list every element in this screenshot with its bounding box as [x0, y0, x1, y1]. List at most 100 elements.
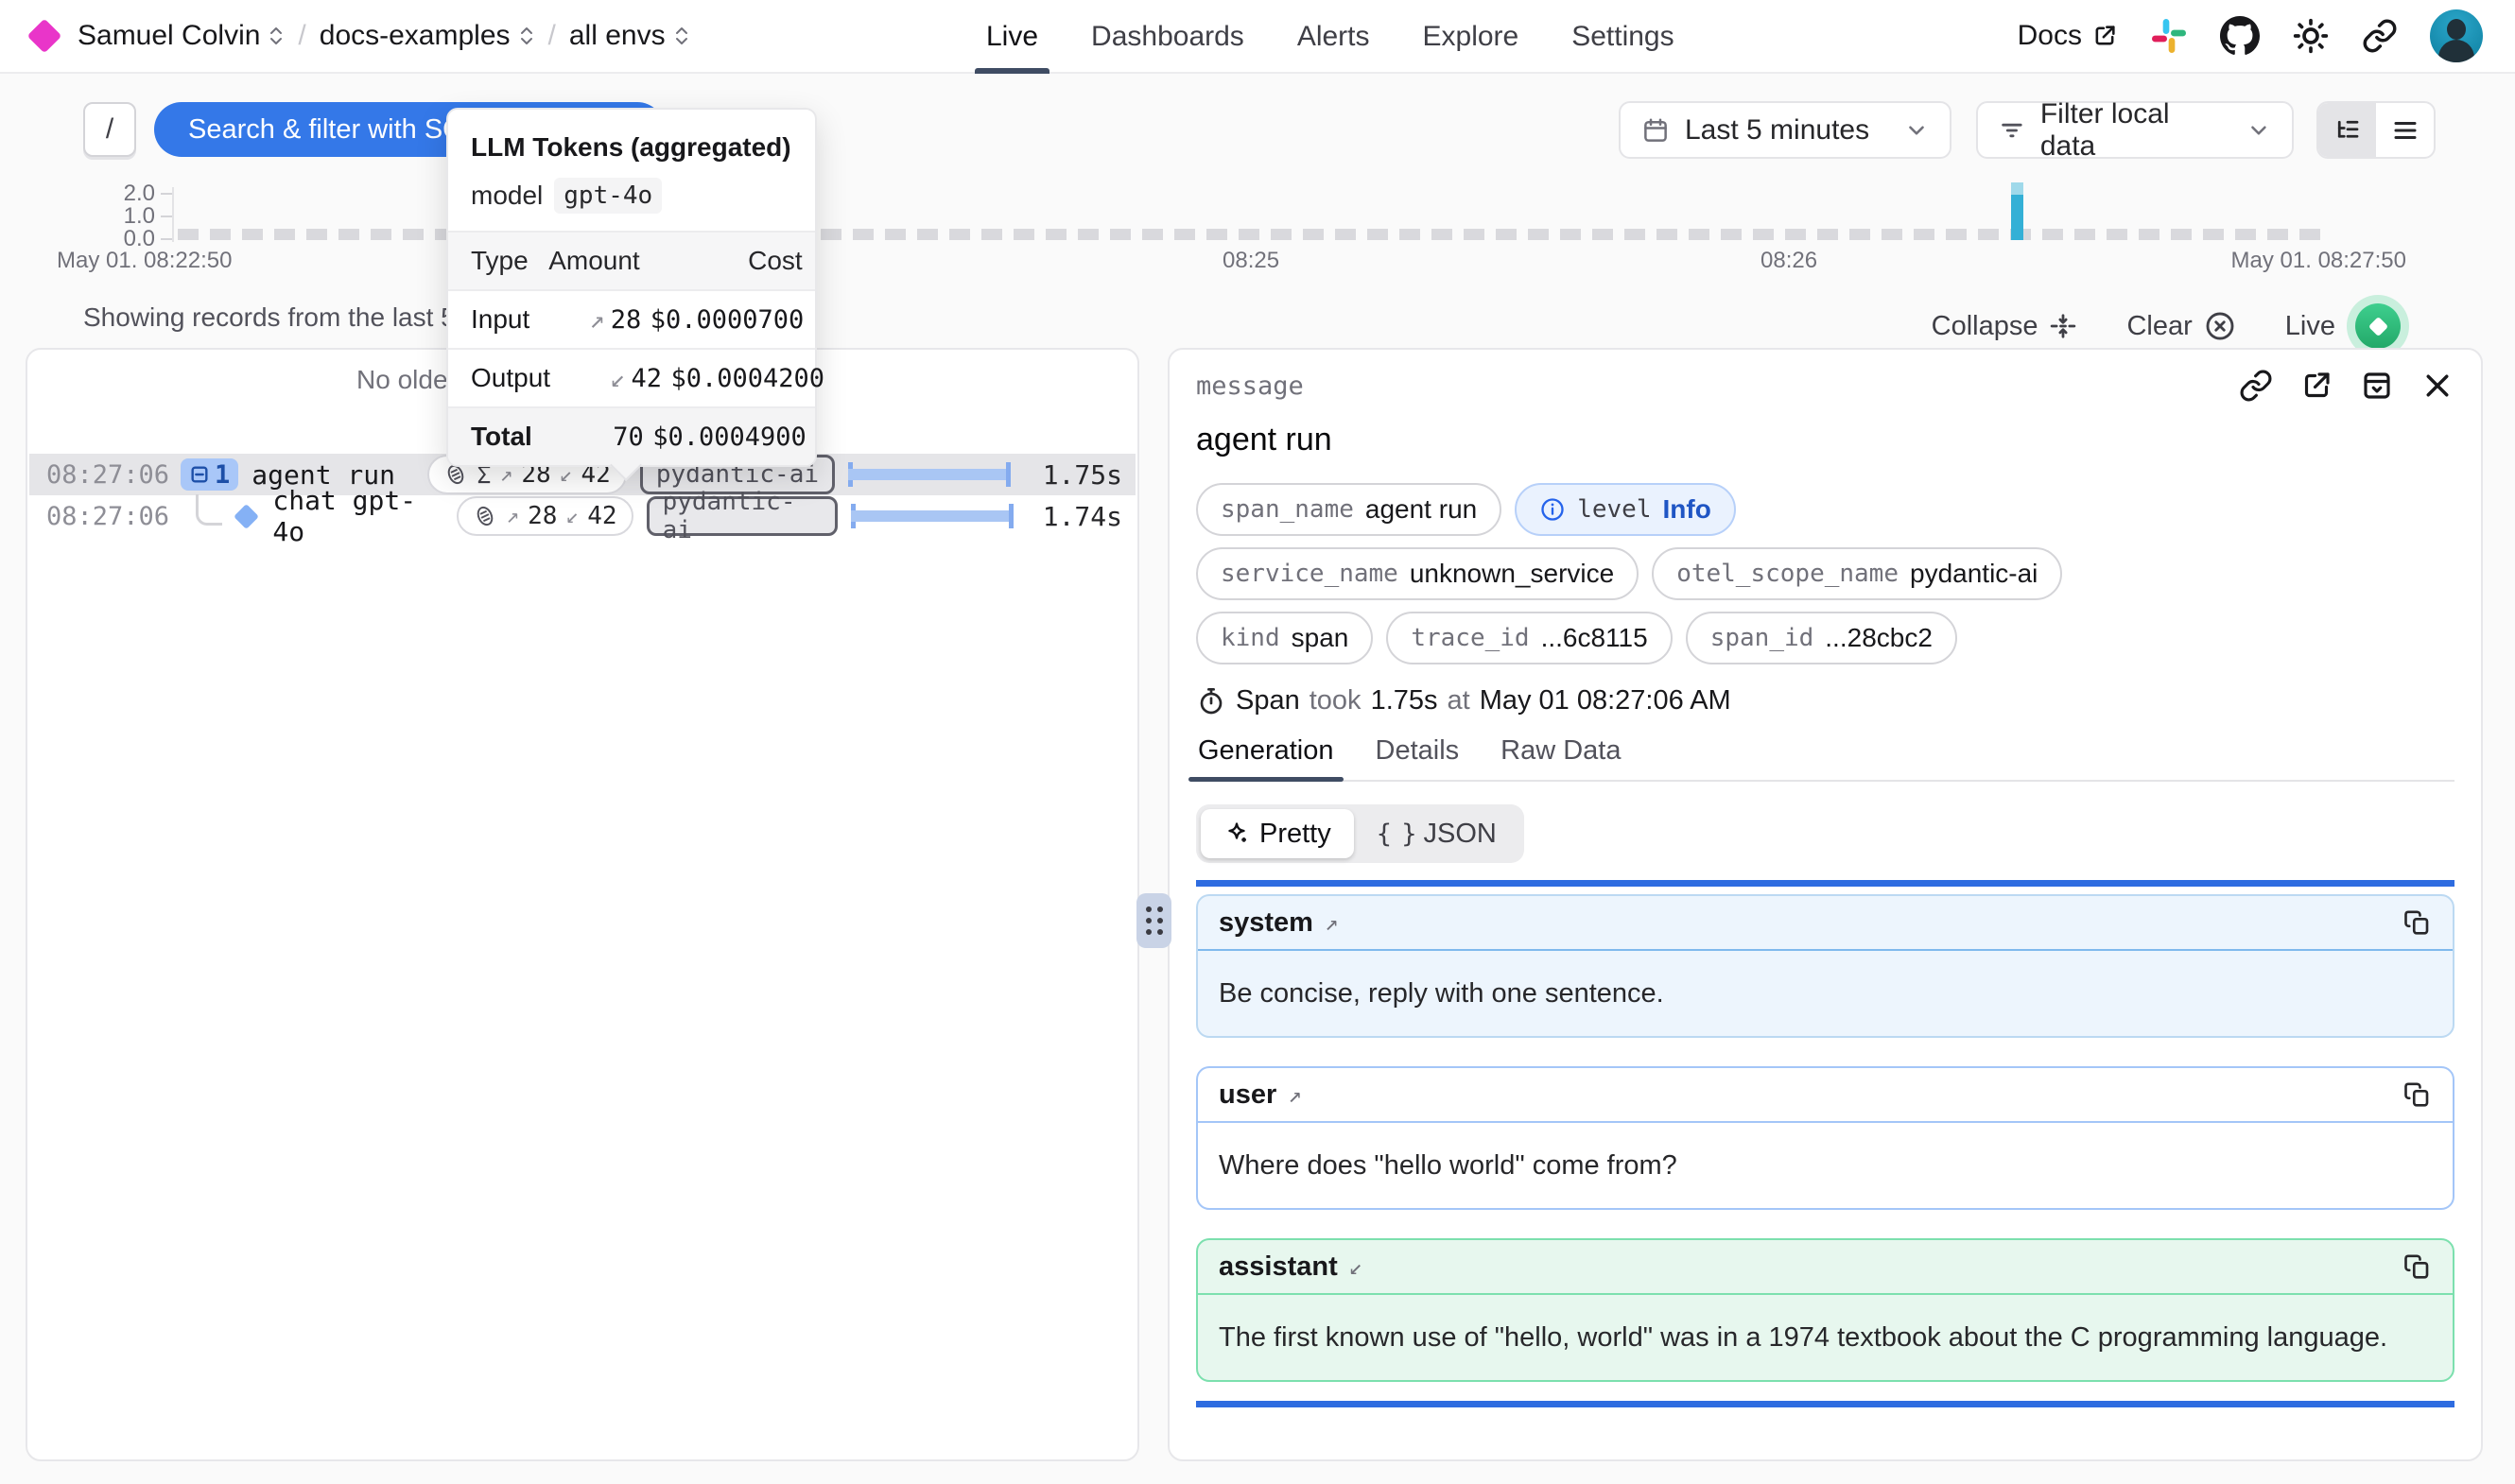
chevron-sort-icon — [518, 25, 535, 47]
collapse-button[interactable]: Collapse — [1932, 311, 2078, 342]
clear-label: Clear — [2126, 311, 2192, 342]
logfire-logo-icon — [27, 19, 62, 54]
breadcrumb-separator: / — [548, 20, 556, 52]
scroll-indicator-top — [1196, 880, 2454, 887]
message-role: assistant — [1219, 1251, 1338, 1283]
y-tick-mark — [161, 193, 172, 195]
share-link-icon[interactable] — [2362, 18, 2398, 54]
nav-tab-alerts[interactable]: Alerts — [1292, 0, 1376, 74]
token-usage-pill[interactable]: ↗ 28 ↙ 42 — [457, 496, 633, 536]
detail-tabs: Generation Details Raw Data — [1196, 735, 2454, 782]
span-detail-panel: message agent run span_name — [1168, 348, 2483, 1461]
json-view-button[interactable]: { } JSON — [1354, 809, 1519, 858]
panel-kicker: message — [1196, 371, 1304, 401]
span-diamond-icon — [234, 504, 259, 529]
filter-local-data-dropdown[interactable]: Filter local data — [1976, 101, 2294, 159]
histogram-bar[interactable] — [2011, 182, 2023, 240]
nav-tab-dashboards[interactable]: Dashboards — [1085, 0, 1250, 74]
span-name: chat gpt-4o — [272, 485, 443, 547]
user-avatar[interactable] — [2430, 9, 2483, 62]
main-nav: Live Dashboards Alerts Explore Settings — [980, 0, 1680, 74]
clear-button[interactable]: Clear — [2126, 310, 2235, 342]
attr-trace-id[interactable]: trace_id ...6c8115 — [1386, 612, 1672, 664]
tree-view-icon — [2333, 116, 2362, 145]
breadcrumb: Samuel Colvin / docs-examples / all envs — [32, 20, 690, 52]
tree-view-button[interactable] — [2318, 103, 2376, 157]
attr-span-id[interactable]: span_id ...28cbc2 — [1686, 612, 1957, 664]
env-switcher[interactable]: all envs — [569, 20, 690, 52]
nav-tab-explore[interactable]: Explore — [1417, 0, 1525, 74]
collapse-vertical-icon — [2049, 312, 2077, 340]
output-arrow-icon: ↙ — [565, 504, 579, 528]
showing-records-text: Showing records from the last 5 m — [83, 302, 485, 333]
child-count: 1 — [215, 460, 230, 490]
attr-level[interactable]: level Info — [1515, 483, 1736, 536]
message-card-assistant: assistant ↙ The first known use of "hell… — [1196, 1238, 2454, 1382]
message-card-system: system ↗ Be concise, reply with one sent… — [1196, 894, 2454, 1038]
attr-service-name[interactable]: service_name unknown_service — [1196, 547, 1639, 600]
histogram-bar-cap — [2011, 182, 2023, 195]
live-label: Live — [2285, 311, 2335, 342]
trace-time: 08:27:06 — [46, 460, 167, 490]
theme-toggle-sun-icon[interactable] — [2292, 17, 2330, 55]
copy-message-button[interactable] — [2403, 908, 2432, 937]
y-tick-mark — [161, 238, 172, 240]
project-switcher[interactable]: docs-examples — [320, 20, 535, 52]
token-coin-icon — [473, 504, 497, 528]
scope-tag[interactable]: pydantic-ai — [647, 496, 838, 536]
nav-tab-live[interactable]: Live — [980, 0, 1044, 74]
y-axis-line — [172, 187, 174, 242]
output-arrow-icon: ↙ — [610, 364, 625, 393]
trace-list-panel: No older 08:27:06 1 agent run Σ ↗ 28 ↙ 4… — [26, 348, 1139, 1461]
input-tokens: 28 — [528, 502, 557, 530]
copy-link-icon[interactable] — [2239, 369, 2273, 403]
open-in-new-icon[interactable] — [2299, 369, 2333, 403]
llm-tokens-tooltip: LLM Tokens (aggregated) model gpt-4o Typ… — [446, 108, 817, 467]
list-view-icon — [2391, 116, 2420, 145]
attr-span-name[interactable]: span_name agent run — [1196, 483, 1501, 536]
org-switcher[interactable]: Samuel Colvin — [78, 20, 285, 52]
filter-label: Filter local data — [2040, 98, 2231, 163]
trace-row-chat-gpt4o[interactable]: 08:27:06 chat gpt-4o ↗ 28 ↙ 42 pydantic-… — [29, 495, 1136, 537]
duration-value: 1.74s — [1027, 501, 1122, 532]
span-timing: Span took 1.75s at May 01 08:27:06 AM — [1196, 685, 2454, 716]
close-panel-icon[interactable] — [2420, 369, 2454, 403]
output-tokens: 42 — [587, 502, 616, 530]
panel-resize-handle[interactable] — [1136, 893, 1171, 948]
tab-generation[interactable]: Generation — [1196, 735, 1336, 780]
timing-duration: 1.75s — [1371, 685, 1438, 716]
message-card-user: user ↗ Where does "hello world" come fro… — [1196, 1066, 2454, 1210]
histogram-bar-body — [2011, 195, 2023, 240]
detail-panel-actions — [2239, 369, 2454, 403]
tab-details[interactable]: Details — [1374, 735, 1462, 780]
docs-link[interactable]: Docs — [2018, 20, 2118, 52]
x-axis-tick-0826: 08:26 — [1760, 248, 1817, 274]
dock-panel-icon[interactable] — [2360, 369, 2394, 403]
tooltip-row-output: Output ↙42 $0.0004200 — [448, 348, 815, 406]
nav-tab-settings[interactable]: Settings — [1566, 0, 1679, 74]
model-key: model — [471, 181, 543, 211]
message-role: system — [1219, 907, 1313, 939]
github-icon[interactable] — [2220, 16, 2260, 56]
pretty-label: Pretty — [1259, 819, 1331, 850]
collapse-children-badge[interactable]: 1 — [181, 458, 238, 491]
chevron-sort-icon — [673, 25, 690, 47]
tab-raw-data[interactable]: Raw Data — [1499, 735, 1622, 780]
attr-kind[interactable]: kind span — [1196, 612, 1373, 664]
pretty-view-button[interactable]: Pretty — [1201, 809, 1354, 858]
message-text: The first known use of "hello, world" wa… — [1198, 1295, 2453, 1380]
slack-icon[interactable] — [2150, 17, 2188, 55]
incoming-arrow-icon: ↙ — [1349, 1253, 1362, 1280]
copy-message-button[interactable] — [2403, 1252, 2432, 1281]
collapse-label: Collapse — [1932, 311, 2038, 342]
time-range-dropdown[interactable]: Last 5 minutes — [1619, 101, 1951, 159]
braces-icon: { } — [1377, 820, 1414, 849]
attr-otel-scope[interactable]: otel_scope_name pydantic-ai — [1652, 547, 2062, 600]
minus-square-icon — [189, 464, 210, 485]
message-text: Be concise, reply with one sentence. — [1198, 951, 2453, 1036]
list-view-button[interactable] — [2376, 103, 2434, 157]
project-name: docs-examples — [320, 20, 511, 52]
copy-message-button[interactable] — [2403, 1080, 2432, 1109]
pretty-json-toggle: Pretty { } JSON — [1196, 804, 1524, 863]
view-mode-segmented-control — [2316, 101, 2436, 159]
